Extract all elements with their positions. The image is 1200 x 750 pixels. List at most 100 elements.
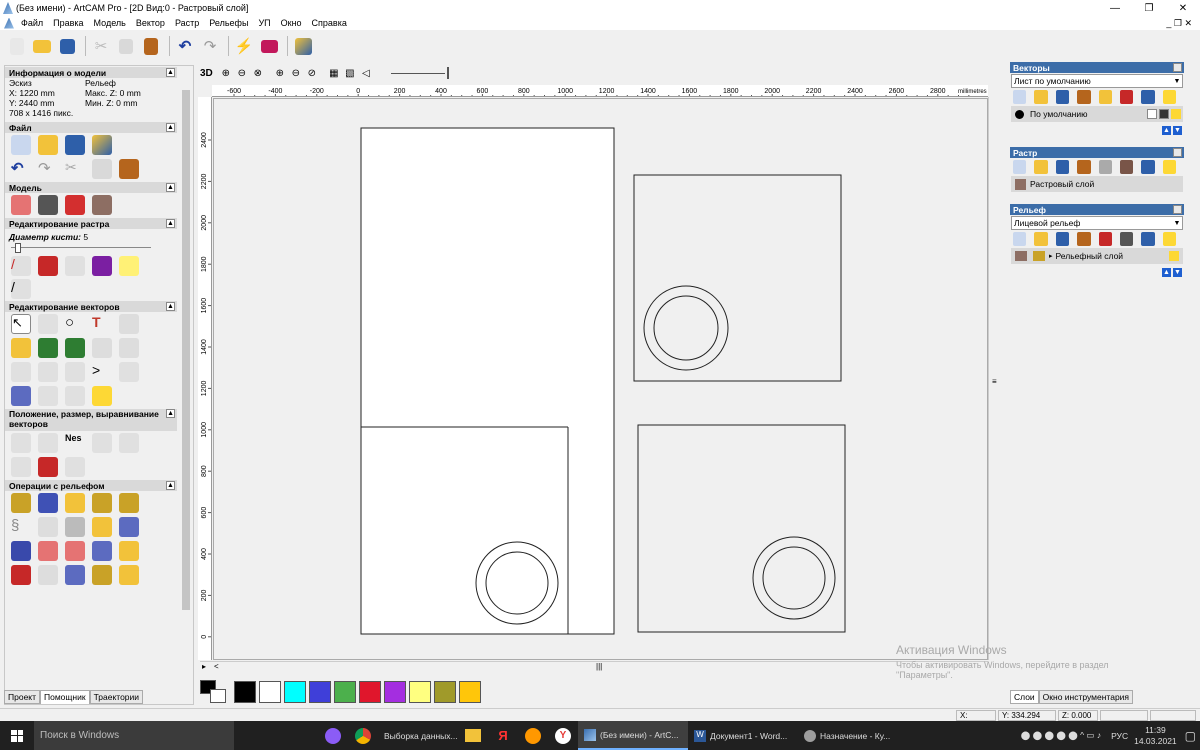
circle-icon[interactable]: ○ bbox=[65, 314, 85, 334]
chevron-down-icon[interactable]: ▼ bbox=[1172, 220, 1182, 227]
paste-icon[interactable] bbox=[119, 159, 139, 179]
language-indicator[interactable]: РУС bbox=[1111, 731, 1128, 741]
menu-raster[interactable]: Растр bbox=[170, 18, 204, 28]
paste-layer-icon[interactable] bbox=[1077, 160, 1091, 174]
palette-swatch[interactable] bbox=[284, 681, 306, 703]
collapse-icon[interactable]: ▲ bbox=[166, 409, 175, 418]
collapse-icon[interactable]: ▲ bbox=[166, 219, 175, 228]
merge-layer-icon[interactable] bbox=[1098, 232, 1112, 246]
nodes-icon[interactable] bbox=[119, 338, 139, 358]
current-colors[interactable] bbox=[200, 680, 226, 704]
palette-swatch[interactable] bbox=[334, 681, 356, 703]
tab-toolpaths[interactable]: Траектории bbox=[89, 690, 144, 704]
slider-handle[interactable] bbox=[15, 243, 21, 253]
merge-layer-icon[interactable] bbox=[1119, 90, 1134, 104]
relief-header[interactable]: Рельеф bbox=[1010, 204, 1184, 215]
face-icon[interactable] bbox=[38, 195, 58, 215]
file-header[interactable]: Файл ▲ bbox=[5, 122, 177, 133]
palette-swatch[interactable] bbox=[434, 681, 456, 703]
align-icon[interactable] bbox=[92, 433, 112, 453]
flatten-icon[interactable] bbox=[1098, 160, 1112, 174]
wrap-icon[interactable] bbox=[92, 541, 112, 561]
collapse-icon[interactable]: ▲ bbox=[166, 68, 175, 77]
book-relief-icon[interactable] bbox=[38, 565, 58, 585]
delete-layer-icon[interactable] bbox=[1141, 160, 1155, 174]
picker-icon[interactable] bbox=[65, 256, 85, 276]
left-scrollbar[interactable] bbox=[180, 72, 192, 682]
yandex-browser-icon[interactable]: Y bbox=[548, 721, 578, 750]
scroll-thumb[interactable] bbox=[182, 90, 190, 610]
canvas-drawing[interactable] bbox=[214, 99, 989, 661]
new-model-icon[interactable] bbox=[11, 135, 31, 155]
collapse-icon[interactable]: ▲ bbox=[166, 481, 175, 490]
undo-icon[interactable]: ↶ bbox=[174, 35, 196, 57]
light-icon[interactable] bbox=[1162, 160, 1176, 174]
new-layer-icon[interactable] bbox=[1013, 160, 1027, 174]
distribute-icon[interactable] bbox=[119, 433, 139, 453]
zoom-all-icon[interactable]: ⊘ bbox=[305, 66, 319, 80]
zoom-box-icon[interactable]: ⊗ bbox=[251, 66, 265, 80]
pen-icon[interactable]: / bbox=[11, 256, 31, 276]
position-header[interactable]: Положение, размер, выравнивание векторов… bbox=[5, 409, 177, 431]
canvas-horizontal-scrollbar[interactable]: ▸ < ||| bbox=[200, 661, 988, 673]
close-button[interactable]: ✕ bbox=[1166, 0, 1200, 16]
pen-icon[interactable] bbox=[1159, 109, 1169, 119]
model-size-icon[interactable] bbox=[11, 195, 31, 215]
notification-icon[interactable]: ▢ bbox=[1185, 729, 1196, 743]
vector-rectangle[interactable] bbox=[637, 424, 846, 633]
face-icon[interactable] bbox=[1119, 232, 1134, 246]
light-icon[interactable] bbox=[1162, 90, 1176, 104]
wizard-icon[interactable]: ⚡ bbox=[233, 35, 255, 57]
menu-reliefs[interactable]: Рельефы bbox=[204, 18, 253, 28]
layer-color-icon[interactable] bbox=[1015, 109, 1024, 119]
drawing-canvas[interactable] bbox=[213, 98, 988, 660]
model-info-header[interactable]: Информация о модели ▲ bbox=[5, 67, 177, 78]
taskbar-app-other[interactable]: Назначение - Ку... bbox=[798, 721, 908, 750]
visibility-icon[interactable] bbox=[1169, 251, 1179, 261]
clock[interactable]: 11:39 14.03.2021 bbox=[1134, 725, 1177, 747]
shape-editor-icon[interactable] bbox=[11, 493, 31, 513]
cone-icon[interactable] bbox=[92, 517, 112, 537]
brush-slider[interactable] bbox=[11, 242, 171, 254]
zoom-prev-icon[interactable]: ⊖ bbox=[289, 66, 303, 80]
assistant-icon[interactable] bbox=[292, 35, 314, 57]
menu-model[interactable]: Модель bbox=[89, 18, 131, 28]
secondary-color[interactable] bbox=[210, 689, 226, 703]
tab-toolbox[interactable]: Окно инструментария bbox=[1038, 690, 1134, 704]
palette-swatch[interactable] bbox=[234, 681, 256, 703]
cut-icon[interactable]: ✂ bbox=[90, 35, 112, 57]
document-window-controls[interactable]: _ ❐ ✕ bbox=[1166, 18, 1192, 29]
undo-icon[interactable]: ↶ bbox=[11, 159, 31, 179]
snap-grid-icon[interactable]: ▦ bbox=[327, 66, 341, 80]
vector-circle-inner[interactable] bbox=[653, 295, 719, 361]
move-up-icon[interactable]: ▲ bbox=[1162, 268, 1171, 277]
browser-icon[interactable] bbox=[518, 721, 548, 750]
scroll-left-arrow-icon[interactable]: < bbox=[214, 662, 219, 671]
taskbar-app-artcam[interactable]: (Без имени) - ArtC... bbox=[578, 721, 688, 750]
offset-icon[interactable] bbox=[65, 386, 85, 406]
menu-window[interactable]: Окно bbox=[276, 18, 307, 28]
guide-icon[interactable]: ◁ bbox=[359, 66, 373, 80]
delete-layer-icon[interactable] bbox=[1141, 232, 1155, 246]
branch-icon[interactable] bbox=[38, 386, 58, 406]
scroll-left-icon[interactable]: ▸ bbox=[202, 662, 206, 671]
collapse-icon[interactable]: ▲ bbox=[166, 183, 175, 192]
copy-icon[interactable] bbox=[115, 35, 137, 57]
zoom-fit-icon[interactable]: ⊕ bbox=[273, 66, 287, 80]
slice-icon[interactable] bbox=[119, 541, 139, 561]
palette-swatch[interactable] bbox=[384, 681, 406, 703]
alice-icon[interactable] bbox=[318, 721, 348, 750]
start-button[interactable] bbox=[0, 721, 34, 750]
vector-sheet-select[interactable]: Лист по умолчанию ▼ bbox=[1011, 74, 1183, 88]
save-layer-icon[interactable] bbox=[1055, 232, 1070, 246]
search-box[interactable]: Поиск в Windows bbox=[34, 721, 234, 750]
palette-swatch[interactable] bbox=[459, 681, 481, 703]
rotate-icon[interactable] bbox=[38, 433, 58, 453]
collapse-icon[interactable] bbox=[1173, 148, 1182, 157]
bend-icon[interactable] bbox=[11, 457, 31, 477]
new-icon[interactable] bbox=[6, 35, 28, 57]
line-icon[interactable]: / bbox=[11, 279, 31, 299]
zoom-in-icon[interactable]: ⊕ bbox=[219, 66, 233, 80]
vector-circle-outer[interactable] bbox=[752, 536, 836, 620]
paste-layer-icon[interactable] bbox=[1077, 232, 1091, 246]
